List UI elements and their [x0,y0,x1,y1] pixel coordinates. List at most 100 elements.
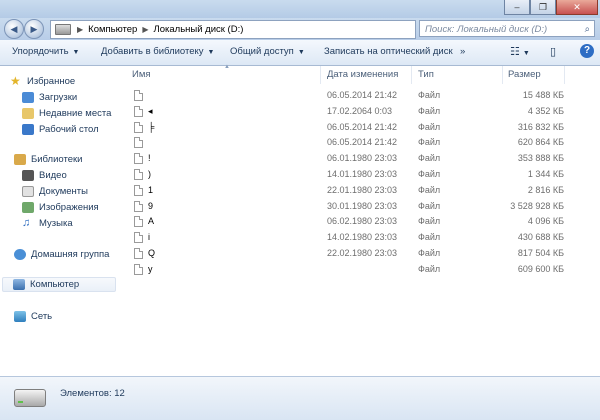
breadcrumb-separator-icon[interactable]: ▶ [74,25,86,34]
column-header-date[interactable]: Дата изменения [327,69,398,80]
breadcrumb-computer[interactable]: Компьютер [86,24,139,35]
window-controls: – ❐ ✕ [504,0,598,15]
sidebar-item-computer[interactable]: Компьютер [2,277,116,292]
column-divider[interactable] [411,66,412,84]
burn-button[interactable]: Записать на оптический диск [324,46,453,57]
file-name: ╞ [148,121,155,132]
view-options-icon[interactable]: ☷ ▼ [510,45,530,58]
help-icon[interactable]: ? [580,44,594,58]
maximize-icon[interactable]: ❐ [530,0,556,15]
table-row[interactable]: 1 22.01.1980 23:03 Файл 2 816 КБ [122,183,600,199]
table-row[interactable]: y Файл 609 600 КБ [122,262,600,278]
sidebar-item-recent[interactable]: Недавние места [22,106,111,121]
table-row[interactable]: 9 30.01.1980 23:03 Файл 3 528 928 КБ [122,199,600,215]
file-type: Файл [418,121,441,132]
column-header-size[interactable]: Размер [508,69,541,80]
file-type: Файл [418,263,441,274]
sidebar-item-homegroup[interactable]: Домашняя группа [14,247,109,262]
file-size: 4 352 КБ [527,105,564,116]
column-header-name[interactable]: Имя [132,69,151,80]
table-row[interactable]: i 14.02.1980 23:03 Файл 430 688 КБ [122,230,600,246]
file-size: 316 832 КБ [517,121,564,132]
sidebar-item-label: Сеть [31,311,53,322]
file-date: 22.01.1980 23:03 [327,184,398,195]
table-row[interactable]: ◂ 17.02.2064 0:03 Файл 4 352 КБ [122,104,600,120]
column-divider[interactable] [320,66,321,84]
chevron-down-icon: ▼ [72,49,80,56]
file-date: 06.05.2014 21:42 [327,121,398,132]
table-row[interactable]: ╞ 06.05.2014 21:42 Файл 316 832 КБ [122,120,600,136]
column-divider[interactable] [502,66,503,84]
file-date: 06.05.2014 21:42 [327,137,398,148]
file-icon [134,137,143,149]
file-name: ◂ [148,105,153,116]
sidebar-item-label: Библиотеки [31,154,83,165]
file-type: Файл [418,169,441,179]
file-icon [134,121,143,133]
file-size: 4 096 КБ [527,216,564,227]
video-icon [22,170,34,181]
command-toolbar: Упорядочить ▼ Добавить в библиотеку ▼ Общи… [0,40,600,66]
search-input[interactable]: Поиск: Локальный диск (D:) ⌕ [419,20,595,37]
sidebar-item-favorites[interactable]: ★ Избранное [10,74,75,89]
file-name: i [148,232,150,243]
title-bar: – ❐ ✕ [0,0,600,18]
table-row[interactable]: A 06.02.1980 23:03 Файл 4 096 КБ [122,214,600,230]
sidebar-item-label: Загрузки [39,92,78,103]
file-date: 22.02.1980 23:03 [327,248,398,258]
file-size: 609 600 КБ [517,263,564,274]
file-size: 620 864 КБ [517,137,564,148]
file-icon [134,169,143,180]
navigation-pane: ★ Избранное Загрузки Недавние места Рабо… [0,66,122,376]
table-row[interactable]: ! 06.01.1980 23:03 Файл 353 888 КБ [122,151,600,167]
burn-label: Записать на оптический диск [324,46,453,57]
file-type: Файл [418,248,441,258]
sidebar-item-documents[interactable]: Документы [22,184,88,199]
sidebar-item-network[interactable]: Сеть [14,309,52,324]
file-icon [134,90,143,101]
file-name: A [148,216,155,227]
libraries-icon [14,154,26,165]
sidebar-item-video[interactable]: Видео [22,168,67,183]
file-icon [134,153,143,165]
column-divider[interactable] [564,66,565,84]
sidebar-item-label: Домашняя группа [31,249,110,260]
breadcrumb-separator-icon[interactable]: ▶ [139,25,151,34]
chevron-down-icon: ▼ [297,49,305,56]
sidebar-item-libraries[interactable]: Библиотеки [14,152,82,167]
music-icon: ♫ [22,217,31,229]
breadcrumb-local-disk[interactable]: Локальный диск (D:) [151,24,245,35]
sidebar-item-images[interactable]: Изображения [22,200,99,215]
share-label: Общий доступ [230,46,294,57]
file-name: y [148,263,153,274]
sidebar-item-label: Видео [39,170,67,181]
forward-button[interactable]: ▶ [24,19,44,39]
drive-icon [55,24,71,35]
sidebar-item-label: Компьютер [30,279,80,290]
preview-pane-icon[interactable]: ▯ [550,45,556,58]
add-to-library-button[interactable]: Добавить в библиотеку ▼ [101,46,214,57]
file-type: Файл [418,137,441,148]
search-icon[interactable]: ⌕ [585,21,590,38]
column-header-type[interactable]: Тип [418,69,434,80]
organize-button[interactable]: Упорядочить ▼ [12,46,79,57]
address-bar[interactable]: ▶ Компьютер ▶ Локальный диск (D:) ▼ ⟳ [50,20,461,39]
table-row[interactable]: Q 22.02.1980 23:03 Файл 817 504 КБ [122,246,600,262]
more-commands-button[interactable]: » [460,46,465,57]
file-size: 430 688 КБ [517,232,564,243]
table-row[interactable]: ) 14.01.1980 23:03 Файл 1 344 КБ [122,167,600,183]
downloads-icon [22,92,34,103]
close-icon[interactable]: ✕ [556,0,598,15]
back-button[interactable]: ◀ [4,19,24,39]
file-date: 17.02.2064 0:03 [327,105,393,116]
minimize-icon[interactable]: – [504,0,530,15]
table-row[interactable]: 06.05.2014 21:42 Файл 15 488 КБ [122,88,600,104]
table-row[interactable]: 06.05.2014 21:42 Файл 620 864 КБ [122,135,600,151]
file-icon [134,216,143,228]
sidebar-item-downloads[interactable]: Загрузки [22,90,77,105]
file-size: 817 504 КБ [517,248,564,258]
sidebar-item-desktop[interactable]: Рабочий стол [22,122,99,137]
navigation-bar: ◀ ▶ ▶ Компьютер ▶ Локальный диск (D:) ▼ … [0,18,600,40]
sidebar-item-music[interactable]: ♫ Музыка [22,216,73,231]
share-button[interactable]: Общий доступ ▼ [230,46,305,57]
